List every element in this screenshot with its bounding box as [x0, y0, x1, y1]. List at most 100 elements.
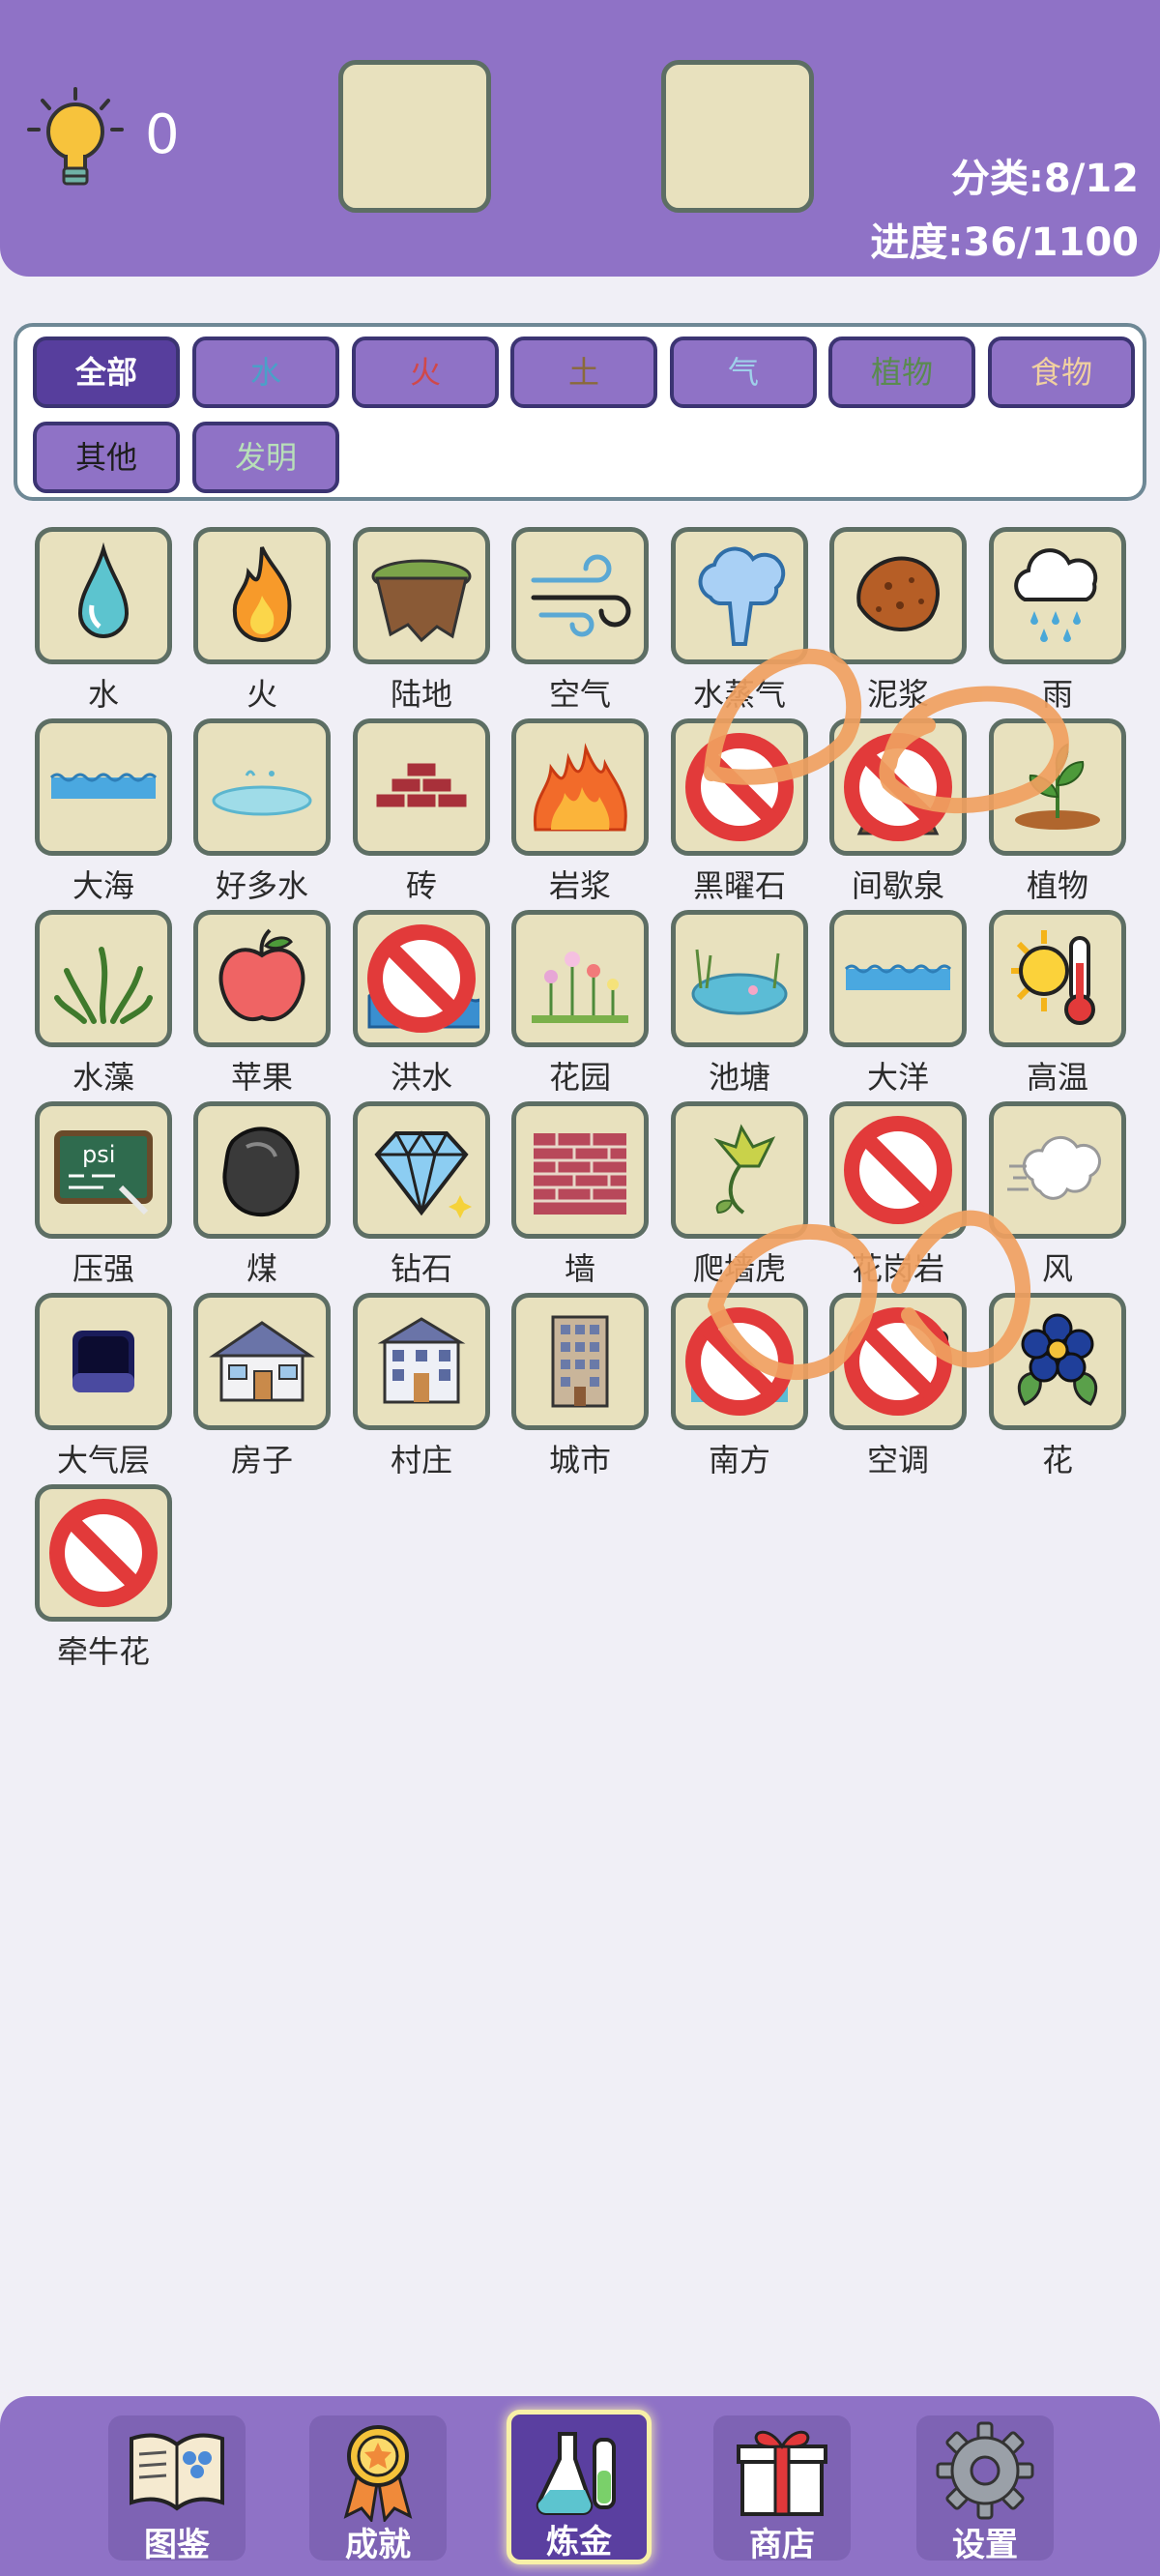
apple-icon	[218, 928, 305, 1021]
element-garden[interactable]: 花园	[511, 910, 649, 1096]
ocean-icon	[844, 964, 952, 990]
element-tile[interactable]	[353, 1101, 490, 1239]
element-tile[interactable]	[989, 910, 1126, 1047]
filter-chip-all[interactable]: 全部	[33, 337, 180, 408]
element-water[interactable]: 水	[35, 527, 172, 713]
element-tile[interactable]	[193, 1101, 331, 1239]
element-tile[interactable]: psi	[35, 1101, 172, 1239]
element-village[interactable]: 村庄	[353, 1293, 490, 1478]
element-tile[interactable]	[35, 527, 172, 664]
element-land[interactable]: 陆地	[353, 527, 490, 713]
element-tile[interactable]	[989, 718, 1126, 856]
element-coal[interactable]: 煤	[193, 1101, 331, 1287]
nav-button-settings[interactable]: 设置	[916, 2415, 1054, 2564]
filter-chip-fire[interactable]: 火	[352, 337, 499, 408]
element-wind[interactable]: 风	[989, 1101, 1126, 1287]
element-air[interactable]: 空气	[511, 527, 649, 713]
element-tile[interactable]	[193, 1293, 331, 1430]
element-mud[interactable]: 泥浆	[829, 527, 967, 713]
element-south[interactable]: 南方	[671, 1293, 808, 1478]
element-tile[interactable]	[511, 910, 649, 1047]
element-flower[interactable]: 花	[989, 1293, 1126, 1478]
medal-icon	[343, 2425, 413, 2522]
filter-chip-air[interactable]: 气	[670, 337, 817, 408]
element-tile[interactable]	[671, 1101, 808, 1239]
element-plant[interactable]: 植物	[989, 718, 1126, 904]
nav-button-shop[interactable]: 商店	[713, 2415, 851, 2564]
element-wall[interactable]: 墙	[511, 1101, 649, 1287]
nav-button-alchemy[interactable]: 炼金	[507, 2410, 652, 2564]
diamond-icon	[374, 1130, 472, 1218]
element-brick[interactable]: 砖	[353, 718, 490, 904]
element-tile[interactable]	[353, 718, 490, 856]
element-obsidian[interactable]: 黑曜石	[671, 718, 808, 904]
element-tile[interactable]	[35, 718, 172, 856]
element-granite[interactable]: 花岗岩	[829, 1101, 967, 1287]
element-tile[interactable]	[829, 910, 967, 1047]
element-tile[interactable]	[671, 527, 808, 664]
element-tile[interactable]	[193, 527, 331, 664]
element-tile[interactable]	[511, 718, 649, 856]
element-tile[interactable]	[511, 527, 649, 664]
element-tile[interactable]	[829, 527, 967, 664]
element-house[interactable]: 房子	[193, 1293, 331, 1478]
filter-chip-earth[interactable]: 土	[510, 337, 657, 408]
filter-chip-food[interactable]: 食物	[988, 337, 1135, 408]
element-pressure[interactable]: psi 压强	[35, 1101, 172, 1287]
filter-chip-plant[interactable]: 植物	[828, 337, 975, 408]
element-flood[interactable]: 洪水	[353, 910, 490, 1096]
lightbulb-hint-icon[interactable]	[23, 85, 128, 193]
element-tile[interactable]	[671, 910, 808, 1047]
element-rain[interactable]: 雨	[989, 527, 1126, 713]
element-lava[interactable]: 岩浆	[511, 718, 649, 904]
element-tile[interactable]	[989, 527, 1126, 664]
element-tile[interactable]	[35, 1484, 172, 1622]
element-tile[interactable]	[671, 718, 808, 856]
banned-icon	[685, 1307, 794, 1416]
element-fire[interactable]: 火	[193, 527, 331, 713]
pressure-board-icon: psi	[54, 1130, 153, 1215]
element-tile[interactable]	[989, 1101, 1126, 1239]
element-label: 大海	[72, 867, 134, 904]
nav-button-achievements[interactable]: 成就	[309, 2415, 447, 2564]
element-heat[interactable]: 高温	[989, 910, 1126, 1096]
element-tile[interactable]	[35, 1293, 172, 1430]
element-tile[interactable]	[511, 1293, 649, 1430]
element-tile[interactable]	[671, 1293, 808, 1430]
element-tile[interactable]	[511, 1101, 649, 1239]
element-tile[interactable]	[35, 910, 172, 1047]
element-tile[interactable]	[193, 910, 331, 1047]
element-ivy[interactable]: 爬墙虎	[671, 1101, 808, 1287]
element-label: 泥浆	[866, 676, 929, 713]
element-tile[interactable]	[353, 910, 490, 1047]
element-apple[interactable]: 苹果	[193, 910, 331, 1096]
element-morning-glory[interactable]: 牵牛花	[35, 1484, 172, 1670]
element-pond[interactable]: 池塘	[671, 910, 808, 1096]
element-tile[interactable]	[829, 1101, 967, 1239]
element-steam[interactable]: 水蒸气	[671, 527, 808, 713]
combine-slot-left[interactable]	[338, 60, 491, 213]
filter-chip-other[interactable]: 其他	[33, 422, 180, 493]
element-label: 城市	[548, 1442, 611, 1478]
element-sea[interactable]: 大海	[35, 718, 172, 904]
element-tile[interactable]	[193, 718, 331, 856]
element-tile[interactable]	[829, 718, 967, 856]
nav-button-encyclopedia[interactable]: 图鉴	[108, 2415, 246, 2564]
element-algae[interactable]: 水藻	[35, 910, 172, 1096]
element-tile[interactable]	[989, 1293, 1126, 1430]
combine-slot-right[interactable]	[661, 60, 814, 213]
element-label: 高温	[1026, 1059, 1088, 1096]
element-geyser[interactable]: 间歇泉	[829, 718, 967, 904]
element-air-conditioner[interactable]: 空调	[829, 1293, 967, 1478]
element-tile[interactable]	[353, 1293, 490, 1430]
filter-chip-invention[interactable]: 发明	[192, 422, 339, 493]
element-atmosphere[interactable]: 大气层	[35, 1293, 172, 1478]
element-tile[interactable]	[829, 1293, 967, 1430]
element-ocean[interactable]: 大洋	[829, 910, 967, 1096]
element-puddle[interactable]: 好多水	[193, 718, 331, 904]
filter-chip-water[interactable]: 水	[192, 337, 339, 408]
element-city[interactable]: 城市	[511, 1293, 649, 1478]
element-diamond[interactable]: 钻石	[353, 1101, 490, 1287]
element-tile[interactable]	[353, 527, 490, 664]
progress-stat: 进度:36/1100	[870, 220, 1139, 265]
